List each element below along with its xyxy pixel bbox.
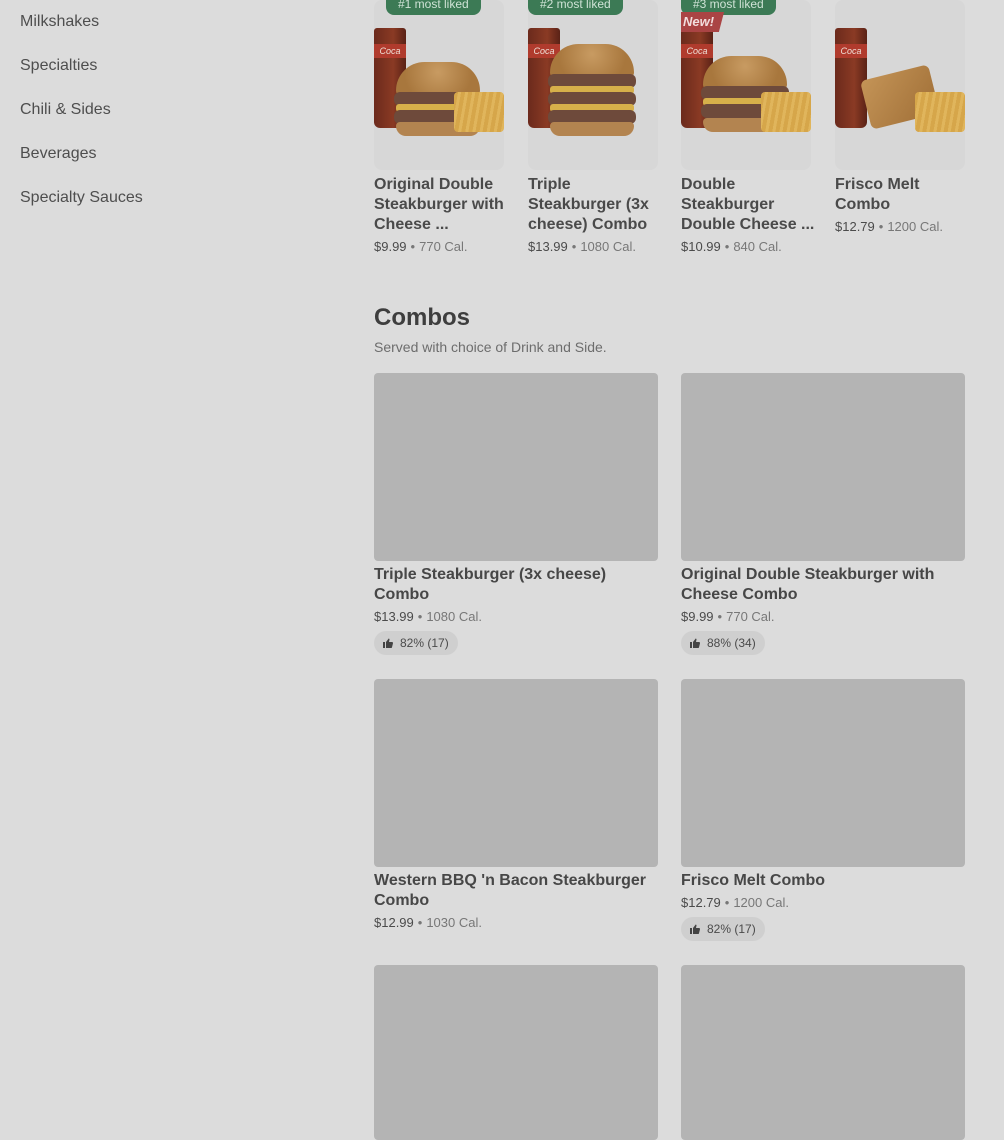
thumbs-up-icon — [690, 924, 701, 934]
item-name: Triple Steakburger (3x cheese) Combo — [528, 176, 649, 233]
new-item-flag: New! — [681, 12, 725, 32]
combo-item-card[interactable]: Western BBQ 'n Bacon Steakburger Combo $… — [374, 679, 658, 949]
item-name: Original Double Steakburger with Cheese … — [374, 176, 504, 233]
item-image — [681, 679, 965, 867]
sidebar-item-milkshakes[interactable]: Milkshakes — [20, 0, 99, 44]
combo-item-card[interactable] — [374, 965, 658, 1140]
item-price-calories: $9.99 • 770 Cal. — [681, 609, 775, 624]
item-name: Triple Steakburger (3x cheese) Combo — [374, 566, 607, 603]
sidebar-item-chili-sides[interactable]: Chili & Sides — [20, 88, 111, 132]
item-price-calories: $12.99 • 1030 Cal. — [374, 915, 482, 930]
combo-item-card[interactable]: Frisco Melt Combo $12.79 • 1200 Cal. 82% (… — [681, 679, 965, 949]
item-name: Western BBQ 'n Bacon Steakburger Combo — [374, 872, 647, 909]
item-image — [374, 965, 658, 1140]
combo-item-card[interactable]: Original Double Steakburger with Cheese … — [681, 373, 965, 663]
item-name: Original Double Steakburger with Cheese … — [681, 566, 935, 603]
item-price-calories: $9.99 • 770 Cal. — [374, 239, 468, 254]
most-liked-badge: #1 most liked — [386, 0, 481, 15]
item-name: Frisco Melt Combo — [681, 872, 826, 889]
section-title-combos: Combos — [374, 304, 470, 331]
item-image — [374, 679, 658, 867]
item-image: Coca — [528, 0, 658, 170]
item-image — [681, 373, 965, 561]
item-image — [374, 373, 658, 561]
item-price-calories: $13.99 • 1080 Cal. — [528, 239, 636, 254]
rating-pill: 82% (17) — [374, 631, 458, 655]
item-image — [681, 965, 965, 1140]
item-name: Double Steakburger Double Cheese ... — [681, 176, 815, 233]
sidebar-item-specialty-sauces[interactable]: Specialty Sauces — [20, 176, 143, 220]
most-liked-badge: #2 most liked — [528, 0, 623, 15]
section-subtitle: Served with choice of Drink and Side. — [374, 339, 607, 355]
item-price-calories: $10.99 • 840 Cal. — [681, 239, 782, 254]
item-price-calories: $12.79 • 1200 Cal. — [835, 219, 943, 234]
sidebar-item-specialties[interactable]: Specialties — [20, 44, 97, 88]
rating-pill: 88% (34) — [681, 631, 765, 655]
item-image: Coca — [374, 0, 504, 170]
combo-item-card[interactable]: Triple Steakburger (3x cheese) Combo $13… — [374, 373, 658, 663]
item-image: Coca — [835, 0, 965, 170]
item-price-calories: $12.79 • 1200 Cal. — [681, 895, 789, 910]
sidebar-item-beverages[interactable]: Beverages — [20, 132, 97, 176]
rating-pill: 82% (17) — [681, 917, 765, 941]
item-price-calories: $13.99 • 1080 Cal. — [374, 609, 482, 624]
thumbs-up-icon — [383, 638, 394, 648]
item-name: Frisco Melt Combo — [835, 176, 920, 213]
combo-item-card[interactable] — [681, 965, 965, 1140]
thumbs-up-icon — [690, 638, 701, 648]
